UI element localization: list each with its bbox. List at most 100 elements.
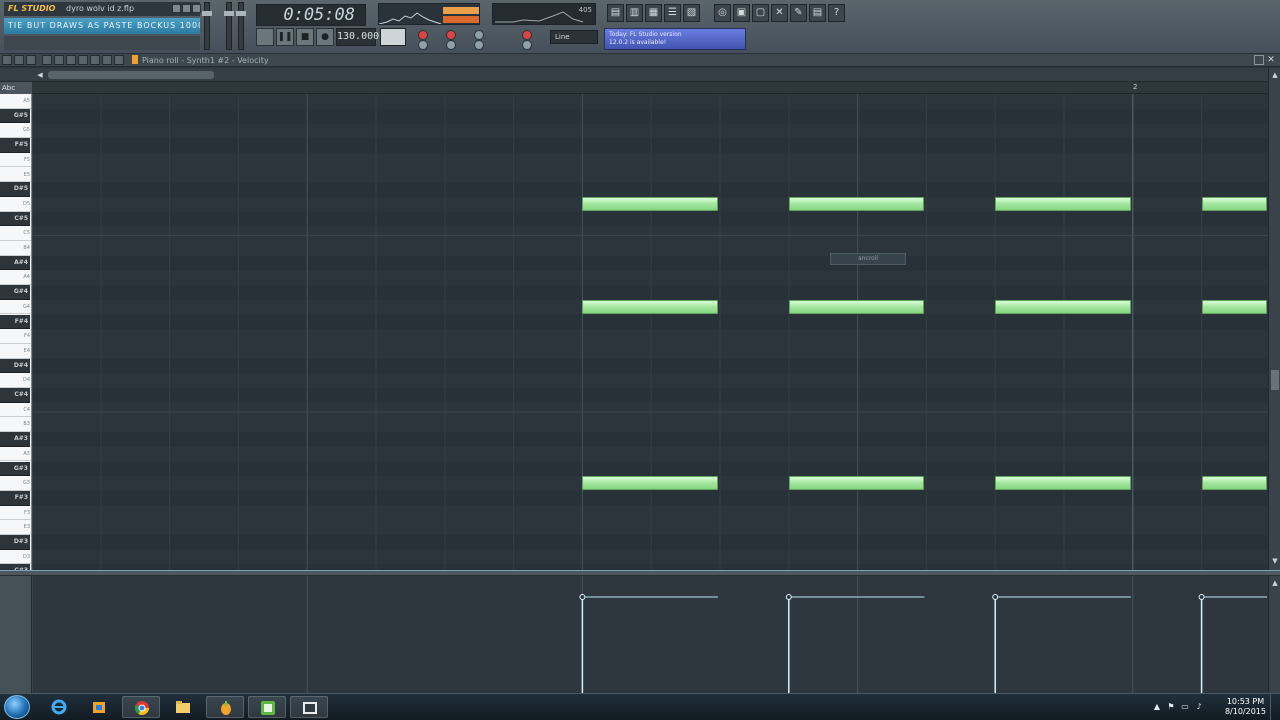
note-grid[interactable]: ancroll xyxy=(32,94,1268,570)
note[interactable] xyxy=(995,476,1131,491)
song-position-display[interactable]: 0:05:08 xyxy=(256,4,366,26)
piano-key[interactable]: G#3 xyxy=(0,461,30,477)
timeline-ruler[interactable]: 2 xyxy=(32,82,1268,94)
cpu-icon[interactable]: ◎ xyxy=(714,4,731,22)
piano-key[interactable]: E3 xyxy=(0,520,31,535)
piano-key[interactable]: D#5 xyxy=(0,182,30,197)
project-title-bar[interactable]: FL STUDIO dyro wolv id z.flp xyxy=(4,2,200,16)
piano-key[interactable]: G5 xyxy=(0,123,31,139)
slice-tool-icon[interactable] xyxy=(90,55,100,65)
volume-icon[interactable]: ♪ xyxy=(1194,702,1204,712)
step-sequencer-icon[interactable]: ▦ xyxy=(645,4,662,22)
note[interactable] xyxy=(582,476,718,491)
menu-arrow-icon[interactable] xyxy=(2,55,12,65)
note[interactable] xyxy=(582,196,718,211)
piano-key[interactable]: F#3 xyxy=(0,490,30,506)
record-button[interactable]: ● xyxy=(316,28,334,46)
keyboard-corner[interactable]: Abc xyxy=(0,82,32,94)
paint-tool-icon[interactable] xyxy=(54,55,64,65)
piano-key[interactable]: D#4 xyxy=(0,358,30,374)
vertical-scroll-thumb[interactable] xyxy=(1271,370,1279,390)
select-tool-icon[interactable] xyxy=(102,55,112,65)
piano-key[interactable]: D#3 xyxy=(0,535,30,550)
piano-key[interactable]: A5 xyxy=(0,94,31,109)
vertical-scrollbar[interactable]: ▲ ▼ xyxy=(1268,68,1280,570)
piano-key[interactable]: A4 xyxy=(0,270,31,286)
velocity-editor[interactable] xyxy=(32,576,1268,693)
maximize-icon[interactable] xyxy=(1254,55,1264,65)
tempo-display[interactable]: 130.000 xyxy=(336,28,379,46)
piano-key[interactable]: F#4 xyxy=(0,314,30,330)
tempo-slider[interactable] xyxy=(236,2,246,50)
save-icon[interactable]: ▢ xyxy=(752,4,769,22)
mixer-icon[interactable]: ▧ xyxy=(683,4,700,22)
restore-button[interactable] xyxy=(182,4,191,13)
note[interactable] xyxy=(788,196,925,211)
scroll-down-icon[interactable]: ▼ xyxy=(1269,556,1280,566)
piano-key[interactable]: C#4 xyxy=(0,388,30,403)
piano-key[interactable]: G#5 xyxy=(0,108,30,124)
help-icon[interactable]: ? xyxy=(828,4,845,22)
online-icon[interactable]: ▤ xyxy=(809,4,826,22)
piano-key[interactable]: A#4 xyxy=(0,255,30,271)
piano-key[interactable]: D5 xyxy=(0,197,31,212)
metronome-icon[interactable] xyxy=(446,30,456,40)
note[interactable] xyxy=(1201,476,1267,491)
piano-key[interactable]: G3 xyxy=(0,476,31,491)
plugin-picker-icon[interactable]: ✎ xyxy=(790,4,807,22)
project-info-icon[interactable]: ▣ xyxy=(733,4,750,22)
taskbar-fl-studio[interactable] xyxy=(206,696,244,718)
pattern-song-toggle[interactable] xyxy=(256,28,274,46)
mute-tool-icon[interactable] xyxy=(78,55,88,65)
zoom-tool-icon[interactable] xyxy=(114,55,124,65)
piano-key[interactable]: D4 xyxy=(0,373,31,388)
piano-key[interactable]: C5 xyxy=(0,226,31,241)
browser-icon[interactable]: ☰ xyxy=(664,4,681,22)
stop-button[interactable]: ■ xyxy=(296,28,314,46)
horizontal-scroll-thumb[interactable] xyxy=(48,71,214,79)
note[interactable] xyxy=(995,196,1131,211)
start-button[interactable] xyxy=(4,695,30,719)
horizontal-scrollbar[interactable]: ◀ xyxy=(0,68,1280,82)
note[interactable] xyxy=(995,299,1131,314)
pause-button[interactable]: ❚❚ xyxy=(276,28,294,46)
show-hidden-icons-icon[interactable]: ▲ xyxy=(1152,702,1162,712)
note[interactable] xyxy=(788,299,925,314)
close-icon[interactable]: ✕ xyxy=(1266,55,1276,65)
piano-key[interactable]: G#4 xyxy=(0,285,30,300)
note[interactable] xyxy=(582,299,718,314)
piano-key[interactable]: A3 xyxy=(0,447,31,462)
piano-key[interactable]: F5 xyxy=(0,153,31,168)
render-icon[interactable]: ✕ xyxy=(771,4,788,22)
action-center-icon[interactable]: ⚑ xyxy=(1166,702,1176,712)
blend-notes-icon[interactable] xyxy=(446,40,456,50)
note[interactable] xyxy=(1201,196,1267,211)
options-icon[interactable] xyxy=(14,55,24,65)
clock[interactable]: 10:53 PM 8/10/2015 xyxy=(1225,697,1266,717)
piano-key[interactable]: C#5 xyxy=(0,211,30,227)
taskbar-windows-store[interactable] xyxy=(80,696,118,718)
piano-key[interactable]: A#3 xyxy=(0,432,30,447)
piano-roll-icon[interactable]: ▥ xyxy=(626,4,643,22)
display-icon[interactable]: ▭ xyxy=(1180,702,1190,712)
loop-record-icon[interactable] xyxy=(522,30,532,40)
piano-roll-title[interactable]: Piano roll - Synth1 #2 - Velocity xyxy=(132,54,269,67)
snap-selector[interactable]: Line xyxy=(550,30,598,44)
taskbar-camtasia-recorder[interactable] xyxy=(290,696,328,718)
record-mode-icon[interactable] xyxy=(418,30,428,40)
show-desktop-button[interactable] xyxy=(1270,694,1280,720)
playlist-icon[interactable]: ▤ xyxy=(607,4,624,22)
close-button[interactable] xyxy=(192,4,201,13)
delete-tool-icon[interactable] xyxy=(66,55,76,65)
master-pitch-slider[interactable] xyxy=(202,2,212,50)
news-panel[interactable]: Today: FL Studio version 12.0.2 is avail… xyxy=(604,28,746,50)
piano-keyboard[interactable]: A5 G#5 G5 F#5 F5 E5 D#5 D5 C#5 C5 B4 A#4 A4 G#4 G4 F#4 F… xyxy=(0,94,32,570)
piano-key[interactable]: F#5 xyxy=(0,138,30,153)
typing-keyboard-icon[interactable] xyxy=(474,40,484,50)
note[interactable] xyxy=(1201,299,1267,314)
piano-key[interactable]: D3 xyxy=(0,550,31,565)
event-scrollbar[interactable]: ▲ xyxy=(1268,576,1280,693)
minimize-button[interactable] xyxy=(172,4,181,13)
scroll-left-icon[interactable]: ◀ xyxy=(34,70,46,80)
piano-key[interactable]: F3 xyxy=(0,506,31,521)
